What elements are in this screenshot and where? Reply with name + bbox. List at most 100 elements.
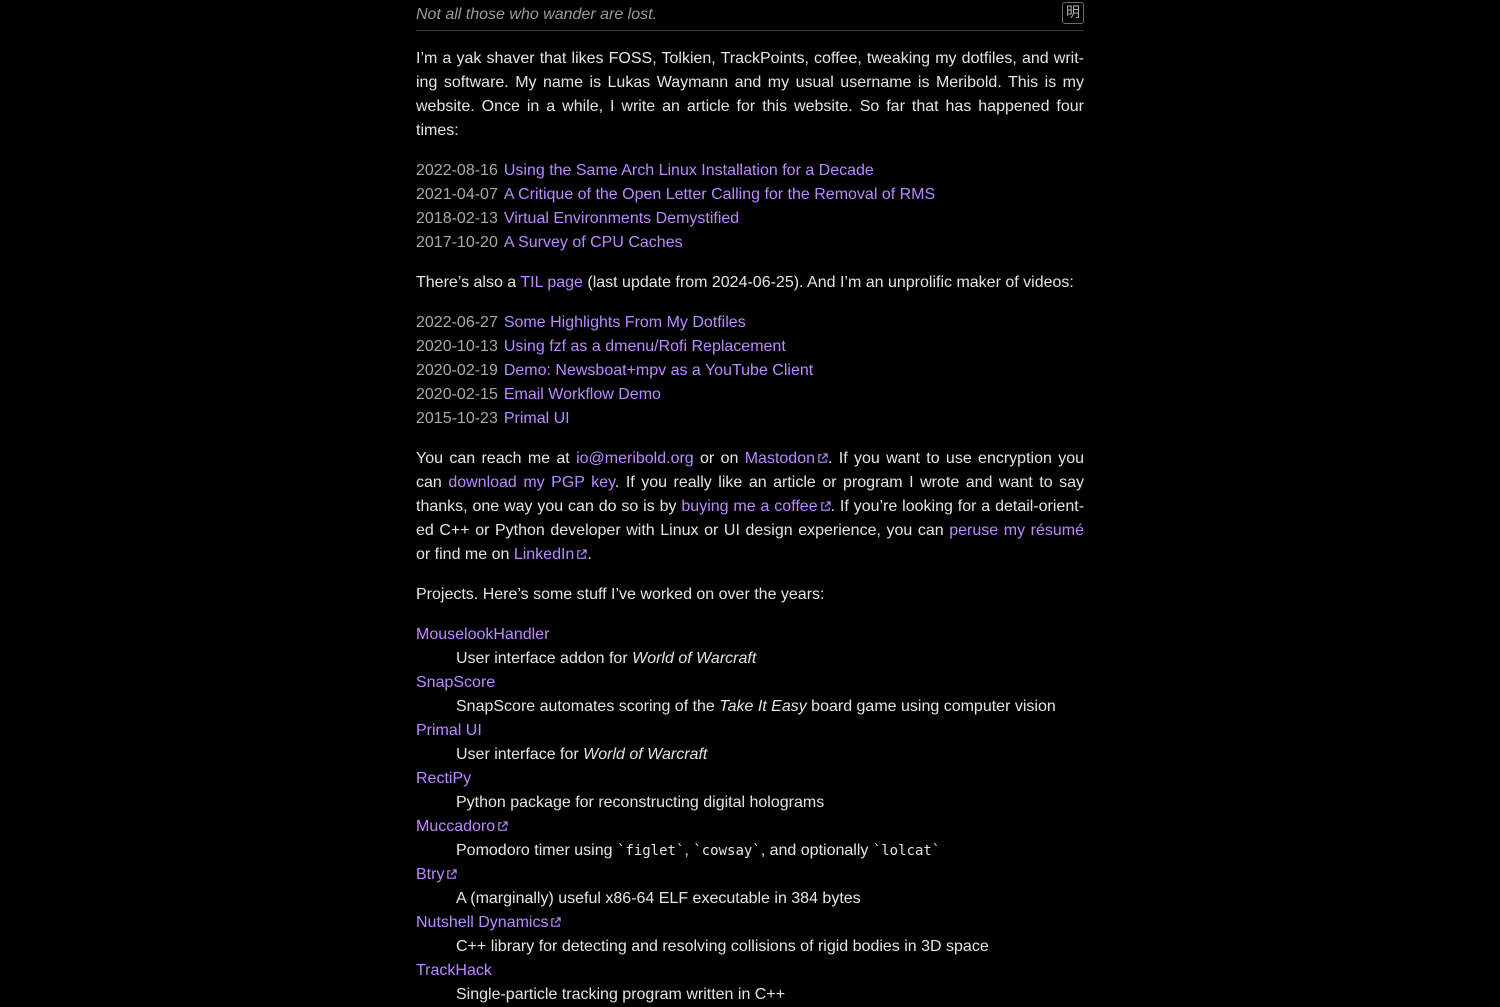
contact-paragraph: You can reach me at io@meribold.org or o… <box>416 447 1084 567</box>
article-date: 2022-08-16 <box>416 162 498 179</box>
project-item: Primal UI <box>416 719 1084 743</box>
desc-emphasis: World of Warcraft <box>632 650 757 667</box>
project-description: C++ library for detecting and resolving … <box>416 935 1084 959</box>
code-snippet: `cowsay` <box>693 843 761 859</box>
desc-text: , <box>684 842 694 859</box>
project-link[interactable]: RectiPy <box>416 770 471 787</box>
video-date: 2015-10-23 <box>416 410 498 427</box>
external-link-icon <box>497 821 508 832</box>
project-list: MouselookHandler User interface addon fo… <box>416 623 1084 1007</box>
contact-text: You can reach me at <box>416 450 577 467</box>
contact-text: . <box>587 546 592 563</box>
project-item: RectiPy <box>416 767 1084 791</box>
project-label: Btry <box>416 866 445 883</box>
project-item: Nutshell Dynamics <box>416 911 1084 935</box>
project-item: Muccadoro <box>416 815 1084 839</box>
article-list: 2022-08-16 Using the Same Arch Linux Inst… <box>416 159 1084 255</box>
coffee-link[interactable]: buying me a coffee <box>681 498 831 515</box>
linkedin-link[interactable]: LinkedIn <box>514 546 588 563</box>
project-description: User interface addon for World of Warcra… <box>416 647 1084 671</box>
video-link[interactable]: Using fzf as a dmenu/Rofi Replacement <box>504 338 786 355</box>
article-link[interactable]: Using the Same Arch Linux Installation f… <box>504 162 874 179</box>
theme-toggle-button[interactable]: 明 <box>1062 2 1084 24</box>
project-label: Nutshell Dynamics <box>416 914 549 931</box>
til-text-before: There’s also a <box>416 274 521 291</box>
desc-text: User interface for <box>456 746 584 763</box>
project-link[interactable]: MouselookHandler <box>416 626 549 643</box>
article-item: 2018-02-13 Virtual Environments Demystifi… <box>416 207 1084 231</box>
video-date: 2020-02-19 <box>416 362 498 379</box>
video-item: 2015-10-23 Primal UI <box>416 407 1084 431</box>
email-link[interactable]: io@meribold.org <box>576 450 694 467</box>
til-paragraph: There’s also a TIL page (last update fro… <box>416 271 1084 295</box>
video-date: 2022-06-27 <box>416 314 498 331</box>
desc-text: board game using computer vision <box>806 698 1056 715</box>
project-link[interactable]: Nutshell Dynamics <box>416 914 562 931</box>
article-link[interactable]: A Critique of the Open Letter Calling fo… <box>504 186 935 203</box>
external-link-icon <box>446 869 458 880</box>
article-date: 2021-04-07 <box>416 186 498 203</box>
project-link[interactable]: TrackHack <box>416 962 492 979</box>
project-item: Btry <box>416 863 1084 887</box>
external-link-icon <box>820 501 831 512</box>
project-description: A (marginally) useful x86-64 ELF executa… <box>416 887 1084 911</box>
project-description: SnapScore automates scoring of the Take … <box>416 695 1084 719</box>
article-date: 2017-10-20 <box>416 234 498 251</box>
desc-text: Pomodoro timer using <box>456 842 617 859</box>
video-link[interactable]: Email Workflow Demo <box>504 386 661 403</box>
desc-text: C++ library for detecting and resolving … <box>456 938 989 955</box>
desc-text: User interface addon for <box>456 650 633 667</box>
video-link[interactable]: Some Highlights From My Dotfiles <box>504 314 746 331</box>
video-link[interactable]: Demo: Newsboat+mpv as a YouTube Client <box>504 362 813 379</box>
project-item: TrackHack <box>416 959 1084 983</box>
mastodon-label: Mastodon <box>744 450 815 467</box>
video-item: 2022-06-27 Some Highlights From My Dotfil… <box>416 311 1084 335</box>
article-item: 2017-10-20 A Survey of CPU Caches <box>416 231 1084 255</box>
desc-emphasis: World of Warcraft <box>583 746 708 763</box>
resume-link[interactable]: peruse my résumé <box>949 522 1084 539</box>
linkedin-label: LinkedIn <box>513 546 575 563</box>
contact-text: or find me on <box>416 546 514 563</box>
code-snippet: `figlet` <box>616 843 685 859</box>
project-link[interactable]: Btry <box>416 866 458 883</box>
contact-text: or on <box>693 450 745 467</box>
video-item: 2020-10-13 Using fzf as a dmenu/Rofi Repl… <box>416 335 1084 359</box>
desc-text: SnapScore automates scoring of the <box>456 698 720 715</box>
external-link-icon <box>576 549 588 560</box>
article-link[interactable]: A Survey of CPU Caches <box>504 234 683 251</box>
project-item: SnapScore <box>416 671 1084 695</box>
project-description: Pomodoro timer using `figlet`, `cowsay`,… <box>416 839 1084 863</box>
page-content: Not all those who wander are lost. 明 I’m… <box>416 0 1084 1007</box>
desc-emphasis: Take It Easy <box>719 698 807 715</box>
project-label: Muccadoro <box>416 818 496 835</box>
external-link-icon <box>817 453 828 464</box>
project-description: User interface for World of Warcraft <box>416 743 1084 767</box>
video-item: 2020-02-19 Demo: Newsboat+mpv as a YouTub… <box>416 359 1084 383</box>
project-description: Python package for reconstructing digita… <box>416 791 1084 815</box>
article-date: 2018-02-13 <box>416 210 498 227</box>
code-snippet: `lolcat` <box>872 843 941 859</box>
external-link-icon <box>550 917 562 928</box>
projects-intro: Projects. Here’s some stuff I’ve worked … <box>416 586 825 603</box>
desc-text: A (marginally) useful x86-64 ELF executa… <box>456 890 861 907</box>
intro-paragraph: I’m a yak shaver that likes FOSS, Tolkie… <box>416 50 1084 139</box>
til-page-link[interactable]: TIL page <box>520 274 583 291</box>
video-link[interactable]: Primal UI <box>504 410 570 427</box>
project-item: MouselookHandler <box>416 623 1084 647</box>
project-link[interactable]: SnapScore <box>416 674 495 691</box>
article-link[interactable]: Virtual Environments Demystified <box>504 210 739 227</box>
video-list: 2022-06-27 Some Highlights From My Dotfil… <box>416 311 1084 431</box>
pgp-key-link[interactable]: download my PGP key <box>448 474 615 491</box>
desc-text: , and optionally <box>760 842 873 859</box>
article-item: 2021-04-07 A Critique of the Open Letter … <box>416 183 1084 207</box>
video-date: 2020-10-13 <box>416 338 498 355</box>
project-link[interactable]: Muccadoro <box>416 818 508 835</box>
desc-text: Python package for reconstructing digita… <box>456 794 825 811</box>
til-text-after: (last update from 2024-06-25). And I’m a… <box>582 274 1074 291</box>
mastodon-link[interactable]: Mastodon <box>745 450 828 467</box>
header: Not all those who wander are lost. 明 <box>416 0 1084 31</box>
video-item: 2020-02-15 Email Workflow Demo <box>416 383 1084 407</box>
tagline: Not all those who wander are lost. <box>416 6 658 23</box>
project-link[interactable]: Primal UI <box>416 722 482 739</box>
coffee-label: buying me a coffee <box>681 498 818 515</box>
